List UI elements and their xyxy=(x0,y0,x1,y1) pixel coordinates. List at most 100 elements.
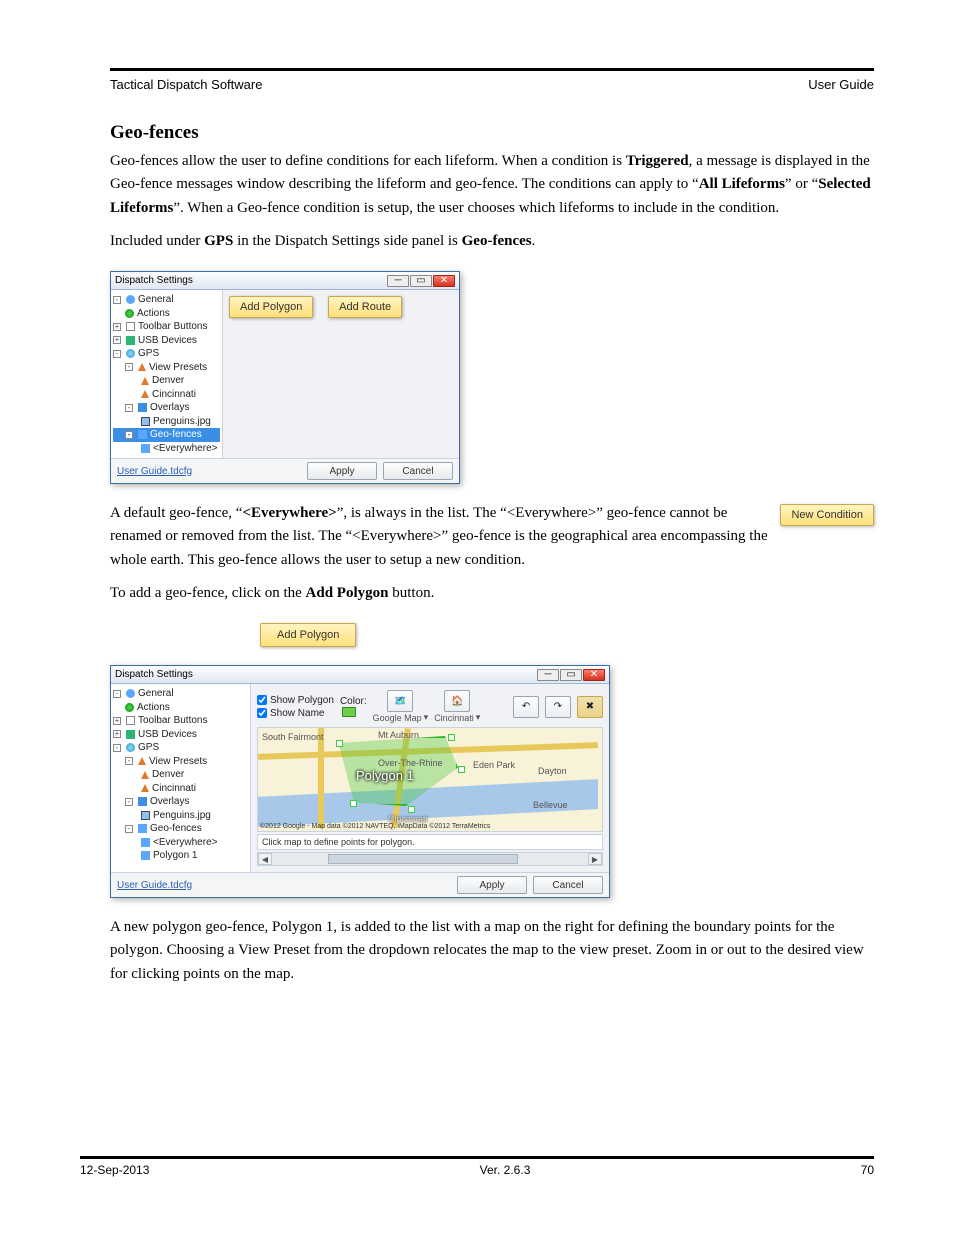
scroll-thumb[interactable] xyxy=(328,854,518,864)
polygon-handle[interactable] xyxy=(336,740,343,747)
usb-icon xyxy=(126,336,135,345)
usb-icon xyxy=(126,730,135,739)
polygon-handle[interactable] xyxy=(448,734,455,741)
overlays-icon xyxy=(138,797,147,806)
expand-icon[interactable]: - xyxy=(125,825,133,833)
new-condition-button[interactable]: New Condition xyxy=(780,504,874,526)
map-place-label: South Fairmont xyxy=(262,732,324,742)
tree-denver[interactable]: Denver xyxy=(152,374,184,388)
expand-icon[interactable]: - xyxy=(125,431,133,439)
tree-gps[interactable]: GPS xyxy=(138,347,159,361)
map-provider-dropdown[interactable]: 🗺️ Google Map▾ xyxy=(373,690,429,723)
expand-icon[interactable]: - xyxy=(113,296,121,304)
tree-actions[interactable]: Actions xyxy=(137,307,170,321)
show-polygon-checkbox[interactable]: Show Polygon xyxy=(257,695,334,706)
scroll-left-button[interactable]: ◀ xyxy=(258,853,272,865)
add-route-button[interactable]: Add Route xyxy=(328,296,402,318)
tree-cincinnati[interactable]: Cincinnati xyxy=(152,388,196,402)
expand-icon[interactable]: - xyxy=(125,798,133,806)
apply-button[interactable]: Apply xyxy=(457,876,527,894)
tree-everywhere[interactable]: <Everywhere> xyxy=(153,836,217,850)
polygon-handle[interactable] xyxy=(458,766,465,773)
status-bar: Click map to define points for polygon. xyxy=(257,834,603,850)
maximize-button[interactable]: ▭ xyxy=(560,669,582,681)
settings-pane: Add Polygon Add Route xyxy=(223,290,459,458)
apply-button[interactable]: Apply xyxy=(307,462,377,480)
horizontal-scrollbar[interactable]: ◀ ▶ xyxy=(257,852,603,866)
expand-icon[interactable]: - xyxy=(113,690,121,698)
tree-everywhere[interactable]: <Everywhere> xyxy=(153,442,217,456)
tree-polygon1[interactable]: Polygon 1 xyxy=(153,849,197,863)
expand-icon[interactable]: - xyxy=(125,757,133,765)
gps-icon xyxy=(126,743,135,752)
expand-icon[interactable]: - xyxy=(125,363,133,371)
show-name-checkbox[interactable]: Show Name xyxy=(257,708,334,719)
pin-icon xyxy=(141,390,149,398)
cancel-button[interactable]: Cancel xyxy=(383,462,453,480)
minimize-button[interactable]: ─ xyxy=(387,275,409,287)
window-titlebar[interactable]: Dispatch Settings ─ ▭ ✕ xyxy=(111,272,459,290)
figure-add-polygon-button: Add Polygon xyxy=(260,623,874,647)
clear-polygon-button[interactable]: ✖ xyxy=(577,696,603,718)
map-place-label: Bellevue xyxy=(533,800,568,810)
tree-usb[interactable]: USB Devices xyxy=(138,728,197,742)
tree-toolbar[interactable]: Toolbar Buttons xyxy=(138,714,208,728)
close-button[interactable]: ✕ xyxy=(583,669,605,681)
expand-icon[interactable]: + xyxy=(113,717,121,725)
expand-icon[interactable]: + xyxy=(113,730,121,738)
tree-general[interactable]: General xyxy=(138,293,174,307)
settings-tree[interactable]: - General Actions + Toolbar Buttons + USB D… xyxy=(111,684,251,872)
tree-denver[interactable]: Denver xyxy=(152,768,184,782)
undo-button[interactable]: ↶ xyxy=(513,696,539,718)
tree-overlays[interactable]: Overlays xyxy=(150,401,189,415)
redo-button[interactable]: ↷ xyxy=(545,696,571,718)
pin-icon xyxy=(141,784,149,792)
footer-page: 70 xyxy=(861,1163,874,1177)
cancel-button[interactable]: Cancel xyxy=(533,876,603,894)
tree-toolbar[interactable]: Toolbar Buttons xyxy=(138,320,208,334)
window-titlebar[interactable]: Dispatch Settings ─ ▭ ✕ xyxy=(111,666,609,684)
tree-usb[interactable]: USB Devices xyxy=(138,334,197,348)
add-polygon-button[interactable]: Add Polygon xyxy=(229,296,313,318)
settings-tree[interactable]: - General Actions + Toolbar Buttons + USB D… xyxy=(111,290,223,458)
tree-general[interactable]: General xyxy=(138,687,174,701)
footer-rule xyxy=(80,1156,874,1159)
actions-icon xyxy=(125,309,134,318)
minimize-button[interactable]: ─ xyxy=(537,669,559,681)
close-button[interactable]: ✕ xyxy=(433,275,455,287)
add-polygon-button-inline[interactable]: Add Polygon xyxy=(260,623,356,647)
tree-overlays[interactable]: Overlays xyxy=(150,795,189,809)
footer-version: Ver. 2.6.3 xyxy=(480,1163,531,1177)
tree-actions[interactable]: Actions xyxy=(137,701,170,715)
toolbar-icon xyxy=(126,716,135,725)
tree-viewpresets[interactable]: View Presets xyxy=(149,755,207,769)
maximize-button[interactable]: ▭ xyxy=(410,275,432,287)
expand-icon[interactable]: - xyxy=(113,744,121,752)
expand-icon[interactable]: + xyxy=(113,323,121,331)
expand-icon[interactable]: - xyxy=(113,350,121,358)
scroll-right-button[interactable]: ▶ xyxy=(588,853,602,865)
polygon-toolbar: Show Polygon Show Name Color: 🗺️ Google … xyxy=(257,690,603,727)
tree-cincinnati[interactable]: Cincinnati xyxy=(152,782,196,796)
polygon-handle[interactable] xyxy=(350,800,357,807)
view-preset-dropdown[interactable]: 🏠 Cincinnati▾ xyxy=(434,690,480,723)
tree-geofences[interactable]: Geo-fences xyxy=(150,428,202,442)
map-canvas[interactable]: Polygon 1 South Fairmont Mt Auburn Over-… xyxy=(257,727,603,832)
expand-icon[interactable]: - xyxy=(125,404,133,412)
map-provider-icon: 🗺️ xyxy=(387,690,413,712)
para-4: To add a geo-fence, click on the Add Pol… xyxy=(110,582,874,605)
color-swatch[interactable] xyxy=(342,707,356,717)
chevron-down-icon: ▾ xyxy=(476,712,481,723)
road-graphic xyxy=(318,728,324,828)
header-right: User Guide xyxy=(808,77,874,92)
expand-icon[interactable]: + xyxy=(113,336,121,344)
tree-geofences[interactable]: Geo-fences xyxy=(150,822,202,836)
tree-penguins[interactable]: Penguins.jpg xyxy=(153,415,211,429)
tree-viewpresets[interactable]: View Presets xyxy=(149,361,207,375)
config-file-link[interactable]: User Guide.tdcfg xyxy=(117,466,301,477)
tree-penguins[interactable]: Penguins.jpg xyxy=(153,809,211,823)
config-file-link[interactable]: User Guide.tdcfg xyxy=(117,880,451,891)
footer-date: 12-Sep-2013 xyxy=(80,1163,149,1177)
polygon-handle[interactable] xyxy=(408,806,415,813)
tree-gps[interactable]: GPS xyxy=(138,741,159,755)
